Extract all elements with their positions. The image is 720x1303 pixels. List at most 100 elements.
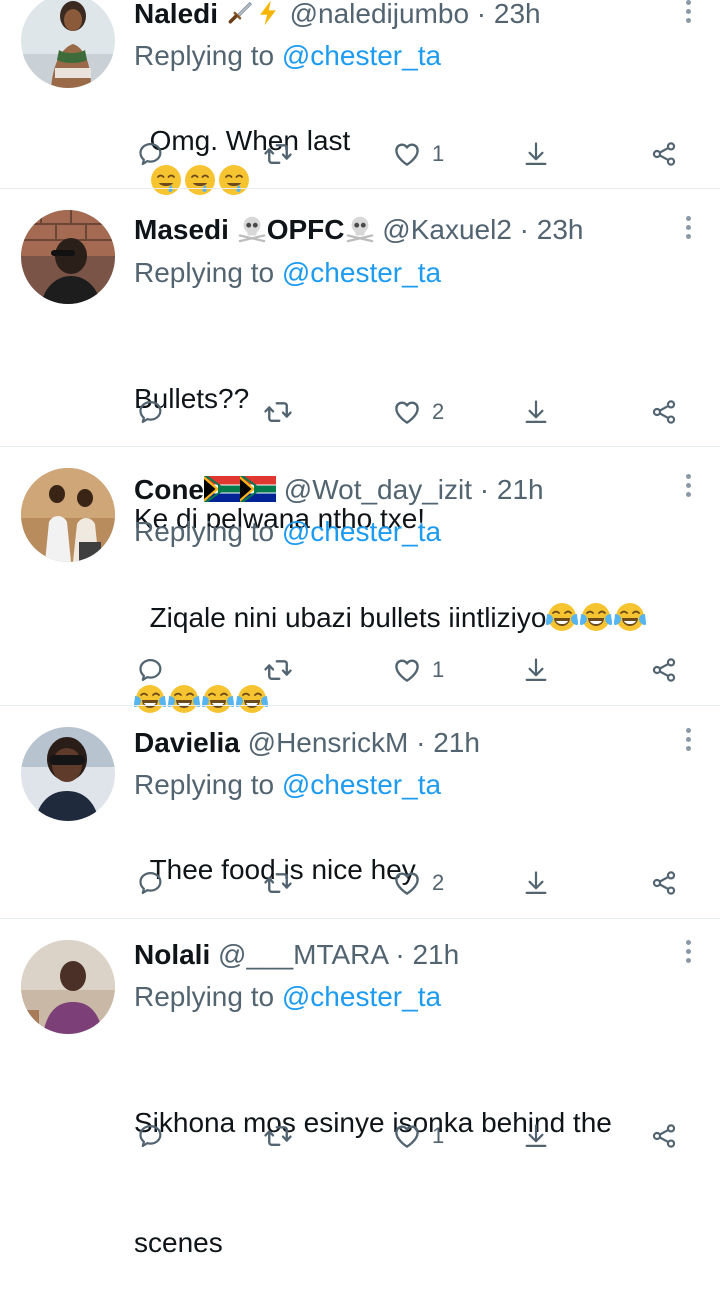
- download-button[interactable]: [522, 136, 550, 172]
- more-vertical-icon[interactable]: [684, 216, 692, 244]
- separator-dot: ·: [479, 474, 490, 505]
- avatar[interactable]: [21, 0, 115, 88]
- like-button[interactable]: 1: [392, 136, 444, 172]
- replying-to: Replying to @chester_ta: [134, 39, 441, 73]
- south-africa-flag-icon: [240, 476, 276, 502]
- mention-link[interactable]: @chester_ta: [282, 769, 441, 800]
- avatar[interactable]: [21, 727, 115, 821]
- heart-icon: [392, 868, 422, 898]
- download-button[interactable]: [522, 652, 550, 688]
- lightning-icon: [254, 0, 282, 27]
- download-button[interactable]: [522, 865, 550, 901]
- heart-icon: [392, 139, 422, 169]
- download-icon: [522, 140, 550, 168]
- avatar[interactable]: [21, 940, 115, 1034]
- skull-crossbones-icon: [345, 213, 375, 243]
- mention-link[interactable]: @chester_ta: [282, 516, 441, 547]
- share-icon: [650, 656, 678, 684]
- comment-icon: [137, 398, 165, 426]
- divider: [0, 918, 720, 919]
- display-name[interactable]: Naledi: [134, 0, 218, 29]
- download-button[interactable]: [522, 394, 550, 430]
- user-handle[interactable]: @Kaxuel2: [382, 214, 512, 245]
- more-vertical-icon[interactable]: [684, 728, 692, 756]
- replying-to: Replying to @chester_ta: [134, 515, 441, 549]
- like-button[interactable]: 1: [392, 652, 444, 688]
- mention-link[interactable]: @chester_ta: [282, 981, 441, 1012]
- comment-icon: [137, 869, 165, 897]
- avatar[interactable]: [21, 210, 115, 304]
- separator-dot: ·: [416, 727, 426, 758]
- share-button[interactable]: [650, 136, 678, 172]
- tweet-text-line: Ziqale nini ubazi bullets iintliziyo: [149, 602, 547, 633]
- share-button[interactable]: [650, 1118, 678, 1154]
- reply-button[interactable]: [137, 394, 165, 430]
- tweet-text: Sikhona mos esinye isonka behind the sce…: [134, 1023, 694, 1303]
- like-button[interactable]: 2: [392, 865, 444, 901]
- south-africa-flag-icon: [204, 476, 240, 502]
- display-name[interactable]: Masedi: [134, 214, 229, 245]
- like-button[interactable]: 2: [392, 394, 444, 430]
- heart-icon: [392, 397, 422, 427]
- user-handle[interactable]: @HensrickM: [248, 727, 409, 758]
- timestamp[interactable]: 21h: [412, 939, 459, 970]
- retweet-button[interactable]: [263, 1118, 293, 1154]
- replying-to: Replying to @chester_ta: [134, 980, 441, 1014]
- retweet-icon: [263, 1121, 293, 1151]
- download-icon: [522, 869, 550, 897]
- avatar[interactable]: [21, 468, 115, 562]
- timestamp[interactable]: 21h: [433, 727, 480, 758]
- user-handle[interactable]: @___MTARA: [218, 939, 388, 970]
- download-button[interactable]: [522, 1118, 550, 1154]
- more-vertical-icon[interactable]: [684, 940, 692, 968]
- user-handle[interactable]: @naledijumbo: [290, 0, 469, 29]
- share-button[interactable]: [650, 652, 678, 688]
- retweet-button[interactable]: [263, 652, 293, 688]
- display-name[interactable]: Cone: [134, 474, 204, 505]
- reply-button[interactable]: [137, 1118, 165, 1154]
- timestamp[interactable]: 21h: [497, 474, 544, 505]
- display-name[interactable]: Davielia: [134, 727, 240, 758]
- user-handle[interactable]: @Wot_day_izit: [284, 474, 472, 505]
- reply-button[interactable]: [137, 865, 165, 901]
- more-vertical-icon[interactable]: [684, 0, 692, 28]
- replying-to-label: Replying to: [134, 981, 282, 1012]
- face-with-tears-of-joy-icon: [614, 601, 646, 633]
- display-name-suffix[interactable]: OPFC: [267, 214, 345, 245]
- replying-to-label: Replying to: [134, 516, 282, 547]
- share-icon: [650, 398, 678, 426]
- reply-button[interactable]: [137, 136, 165, 172]
- reply-button[interactable]: [137, 652, 165, 688]
- dagger-icon: [226, 0, 254, 27]
- comment-icon: [137, 140, 165, 168]
- divider: [0, 705, 720, 706]
- mention-link[interactable]: @chester_ta: [282, 257, 441, 288]
- display-name[interactable]: Nolali: [134, 939, 210, 970]
- tweet-text-line: scenes: [134, 1227, 223, 1258]
- divider: [0, 188, 720, 189]
- divider: [0, 446, 720, 447]
- like-count: 1: [432, 141, 445, 166]
- share-icon: [650, 140, 678, 168]
- more-vertical-icon[interactable]: [684, 474, 692, 502]
- heart-icon: [392, 1121, 422, 1151]
- replying-to: Replying to @chester_ta: [134, 256, 441, 290]
- tweet-actions: 1: [0, 1118, 720, 1154]
- retweet-button[interactable]: [263, 394, 293, 430]
- separator-dot: ·: [395, 939, 405, 970]
- replying-to-label: Replying to: [134, 257, 282, 288]
- like-button[interactable]: 1: [392, 1118, 444, 1154]
- replying-to: Replying to @chester_ta: [134, 768, 441, 802]
- retweet-button[interactable]: [263, 136, 293, 172]
- mention-link[interactable]: @chester_ta: [282, 40, 441, 71]
- like-count: 2: [432, 399, 445, 424]
- retweet-icon: [263, 397, 293, 427]
- share-button[interactable]: [650, 394, 678, 430]
- timestamp[interactable]: 23h: [494, 0, 541, 29]
- retweet-button[interactable]: [263, 865, 293, 901]
- like-count: 1: [432, 657, 445, 682]
- share-icon: [650, 869, 678, 897]
- share-button[interactable]: [650, 865, 678, 901]
- retweet-icon: [263, 655, 293, 685]
- timestamp[interactable]: 23h: [537, 214, 584, 245]
